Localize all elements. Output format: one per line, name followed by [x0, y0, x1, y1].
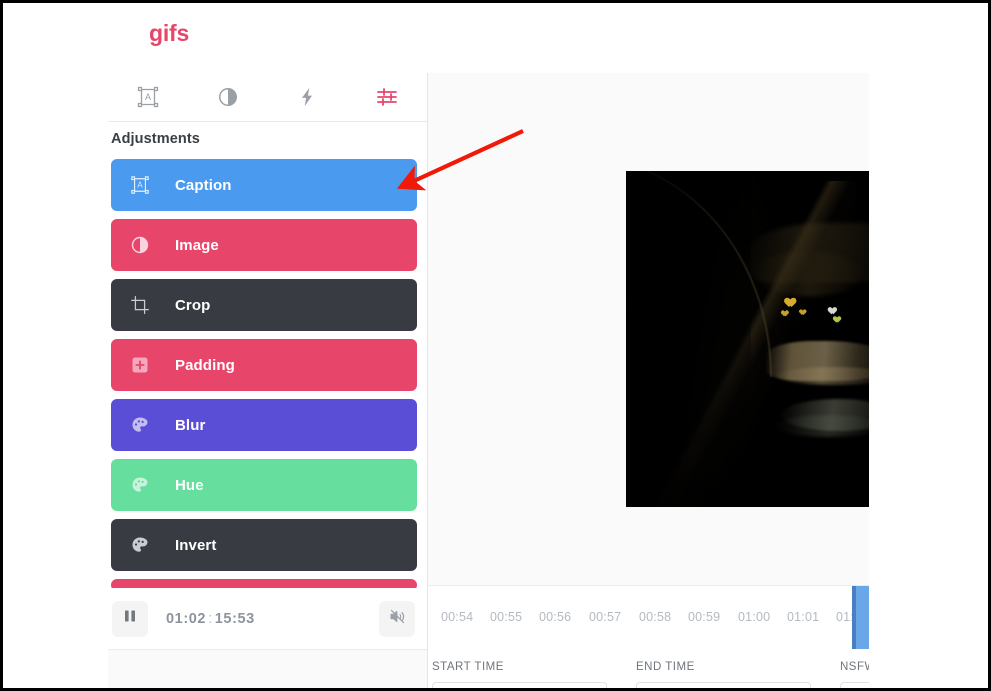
contrast-pie-icon [130, 235, 150, 255]
end-time-label: END TIME [636, 661, 695, 673]
lightning-bolt-icon [296, 86, 318, 108]
list-item-padding[interactable]: Padding [111, 339, 417, 391]
start-time-input[interactable] [432, 682, 607, 688]
svg-text:A: A [145, 92, 151, 102]
list-item-invert[interactable]: Invert [111, 519, 417, 571]
preview-stage [428, 73, 869, 585]
list-item-hue[interactable]: Hue [111, 459, 417, 511]
player-bar: 01:02:15:53 [108, 588, 427, 648]
timeline-tick: 00:58 [639, 610, 672, 624]
list-item-label: Blur [175, 416, 206, 434]
list-item-label: Caption [175, 176, 232, 194]
palette-icon [130, 475, 150, 495]
panel-title: Adjustments [111, 131, 200, 147]
tab-caption[interactable]: A [108, 73, 188, 121]
left-panel: A Adjustments A Caption Image Crop Paddi… [108, 73, 428, 688]
timing-form-row: START TIME END TIME NSFW [428, 649, 869, 688]
video-preview[interactable] [626, 171, 869, 507]
adjustments-list: A Caption Image Crop Padding Blur Hue In… [111, 159, 417, 599]
nsfw-label: NSFW [840, 661, 869, 673]
time-readout: 01:02:15:53 [166, 611, 255, 627]
list-item-crop[interactable]: Crop [111, 279, 417, 331]
timeline-tick: 00:59 [688, 610, 721, 624]
list-item-label: Padding [175, 356, 235, 374]
timeline-tick: 00:54 [441, 610, 474, 624]
tab-effects[interactable] [268, 73, 348, 121]
nsfw-select[interactable] [840, 682, 869, 688]
timeline-tick: 00:56 [539, 610, 572, 624]
timeline-tick: 00:57 [589, 610, 622, 624]
tab-adjustments[interactable] [347, 73, 427, 121]
palette-icon [130, 415, 150, 435]
list-item-label: Image [175, 236, 219, 254]
total-time: 15:53 [214, 610, 255, 627]
timeline-tick: 01:01 [787, 610, 820, 624]
svg-text:A: A [137, 181, 143, 190]
brand-logo[interactable]: gifs [149, 19, 189, 47]
sliders-icon [375, 85, 399, 109]
heart-particle [779, 308, 786, 315]
left-bottom-strip [108, 649, 427, 688]
list-item-label: Hue [175, 476, 204, 494]
contrast-pie-icon [217, 86, 239, 108]
volume-muted-icon [389, 608, 406, 630]
pause-icon [122, 608, 138, 629]
list-item-caption[interactable]: A Caption [111, 159, 417, 211]
list-item-image[interactable]: Image [111, 219, 417, 271]
tool-tabbar: A [108, 73, 427, 122]
list-item-blur[interactable]: Blur [111, 399, 417, 451]
app-screenshot: gifs A Adjustments A Caption Image Crop … [0, 0, 991, 691]
list-item-label: Crop [175, 296, 211, 314]
timeline-selection[interactable] [856, 586, 869, 650]
list-item-label: Invert [175, 536, 217, 554]
plus-square-icon [130, 355, 150, 375]
editor-app: A Adjustments A Caption Image Crop Paddi… [108, 73, 869, 688]
crop-icon [130, 295, 150, 315]
heart-particle [831, 314, 839, 322]
pause-button[interactable] [112, 600, 148, 637]
end-time-input[interactable] [636, 682, 811, 688]
caption-box-icon: A [136, 85, 160, 109]
time-separator: : [208, 610, 213, 627]
main-area: 00:54 00:55 00:56 00:57 00:58 00:59 01:0… [428, 73, 869, 688]
timeline-tick: 01:00 [738, 610, 771, 624]
timeline-ruler[interactable]: 00:54 00:55 00:56 00:57 00:58 00:59 01:0… [428, 585, 869, 651]
current-time: 01:02 [166, 610, 207, 627]
timeline-playhead[interactable] [852, 586, 856, 650]
timeline-tick: 00:55 [490, 610, 523, 624]
heart-particle [797, 307, 804, 314]
heart-particle [781, 294, 792, 305]
mute-button[interactable] [379, 601, 415, 637]
caption-box-icon: A [130, 175, 150, 195]
palette-icon [130, 535, 150, 555]
tab-image[interactable] [188, 73, 268, 121]
heart-particle [825, 304, 834, 313]
start-time-label: START TIME [432, 661, 504, 673]
